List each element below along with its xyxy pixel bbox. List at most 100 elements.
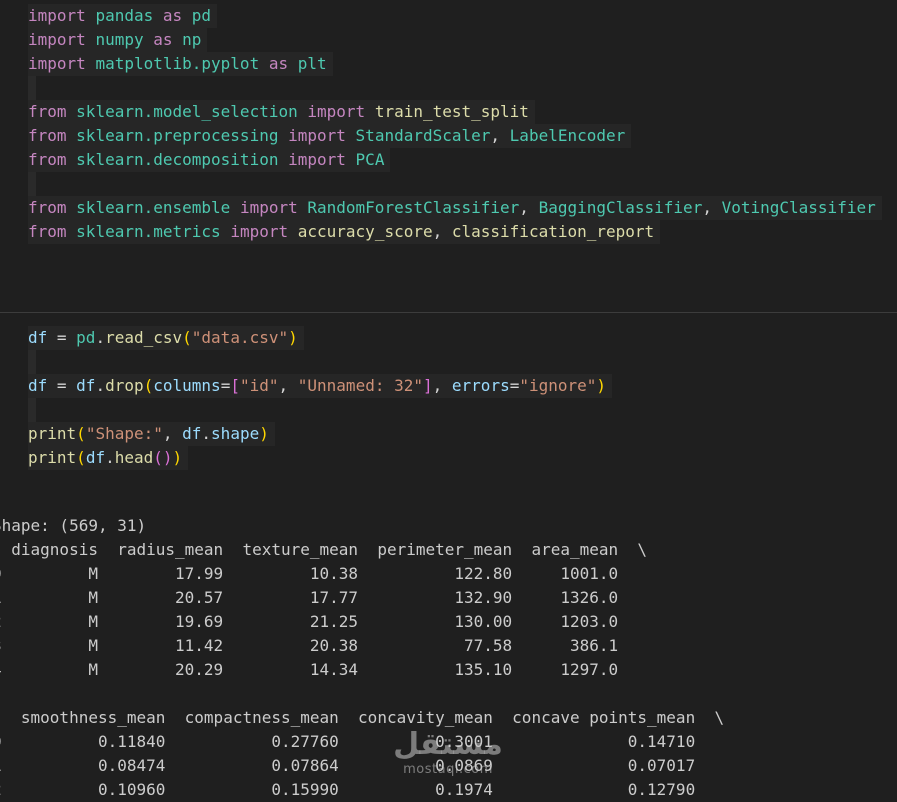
- code-token: columns: [153, 376, 221, 395]
- code-token: sklearn.decomposition: [76, 150, 279, 169]
- code-token: as: [268, 54, 289, 73]
- code-token: (: [143, 376, 154, 395]
- code-token: ,: [432, 222, 452, 241]
- code-token: "Shape:": [85, 424, 163, 443]
- code-token: shape: [211, 424, 260, 443]
- code-token: [: [230, 376, 240, 395]
- code-token: (: [153, 448, 163, 467]
- code-token: ,: [490, 126, 510, 145]
- code-token: classification_report: [451, 222, 655, 241]
- code-token: "Unnamed: 32": [297, 376, 423, 395]
- code-token: as: [162, 6, 183, 25]
- code-cell-imports[interactable]: import pandas as pd import numpy as np imp…: [0, 0, 897, 275]
- output-line: 1 0.08474 0.07864 0.0869 0.07017: [0, 756, 696, 775]
- output-line: 2 M 19.69 21.25 130.00 1203.0: [0, 612, 619, 631]
- output-line: 0 0.11840 0.27760 0.3001 0.14710: [0, 732, 696, 751]
- code-token: sklearn.preprocessing: [76, 126, 279, 145]
- watermark-arabic: مستقل: [393, 727, 503, 762]
- code-line[interactable]: from sklearn.model_selection import trai…: [28, 100, 535, 124]
- code-token: pandas: [95, 6, 154, 25]
- code-token: ): [162, 448, 173, 467]
- output-line: 0 M 17.99 10.38 122.80 1001.0: [0, 564, 619, 583]
- code-cell-load-data[interactable]: df = pd.read_csv("data.csv") df = df.drop…: [0, 313, 897, 503]
- code-token: from: [28, 198, 67, 217]
- mostaql-watermark: مستقل mostaql.com: [392, 728, 504, 784]
- code-token: sklearn.ensemble: [76, 198, 231, 217]
- code-token: import: [28, 54, 86, 73]
- code-token: .: [105, 448, 115, 467]
- output-line: smoothness_mean compactness_mean concavi…: [0, 708, 725, 727]
- blank-line: [28, 76, 36, 100]
- code-token: BaggingClassifier: [538, 198, 703, 217]
- code-token: pd: [191, 6, 212, 25]
- code-line[interactable]: import numpy as np: [28, 28, 208, 52]
- blank-line: [28, 172, 36, 196]
- code-token: =: [47, 328, 77, 347]
- code-line[interactable]: print("Shape:", df.shape): [28, 422, 275, 446]
- code-token: import: [28, 6, 86, 25]
- code-token: =: [220, 376, 231, 395]
- code-token: .: [95, 328, 106, 347]
- code-token: ,: [278, 376, 298, 395]
- code-token: VotingClassifier: [721, 198, 876, 217]
- code-token: (: [76, 424, 86, 443]
- code-token: np: [182, 30, 202, 49]
- code-line[interactable]: import pandas as pd: [28, 4, 218, 28]
- code-token: (: [182, 328, 192, 347]
- code-token: import: [307, 102, 366, 121]
- code-token: from: [28, 150, 67, 169]
- code-line[interactable]: from sklearn.metrics import accuracy_sco…: [28, 220, 661, 244]
- empty-cell-divider: [0, 274, 897, 313]
- code-token: "ignore": [519, 376, 597, 395]
- code-line[interactable]: from sklearn.preprocessing import Standa…: [28, 124, 632, 148]
- code-token: .: [95, 376, 106, 395]
- code-token: read_csv: [105, 328, 183, 347]
- code-token: sklearn.model_selection: [76, 102, 298, 121]
- code-token: df: [85, 448, 106, 467]
- code-token: from: [28, 126, 67, 145]
- code-line[interactable]: df = df.drop(columns=["id", "Unnamed: 32…: [28, 374, 613, 398]
- code-token: from: [28, 102, 67, 121]
- code-line[interactable]: from sklearn.ensemble import RandomFores…: [28, 196, 882, 220]
- code-token: df: [28, 328, 48, 347]
- code-token: import: [28, 30, 86, 49]
- code-token: ): [288, 328, 298, 347]
- code-token: train_test_split: [374, 102, 529, 121]
- code-token: drop: [105, 376, 144, 395]
- code-token: .: [201, 424, 212, 443]
- code-token: sklearn.metrics: [76, 222, 221, 241]
- code-token: errors: [451, 376, 510, 395]
- code-token: plt: [297, 54, 327, 73]
- code-token: print: [28, 424, 77, 443]
- code-token: (: [76, 448, 86, 467]
- code-token: =: [509, 376, 520, 395]
- code-token: matplotlib.pyplot: [95, 54, 260, 73]
- code-token: accuracy_score: [297, 222, 433, 241]
- code-line[interactable]: print(df.head()): [28, 446, 189, 470]
- code-line[interactable]: import matplotlib.pyplot as plt: [28, 52, 333, 76]
- code-token: ): [596, 376, 607, 395]
- output-line: 4 M 20.29 14.34 135.10 1297.0: [0, 660, 619, 679]
- code-token: import: [230, 222, 289, 241]
- code-line[interactable]: df = pd.read_csv("data.csv"): [28, 326, 304, 350]
- code-token: numpy: [95, 30, 144, 49]
- code-token: df: [182, 424, 202, 443]
- code-token: ,: [519, 198, 539, 217]
- blank-line: [28, 350, 36, 374]
- code-token: "data.csv": [191, 328, 289, 347]
- code-line[interactable]: from sklearn.decomposition import PCA: [28, 148, 391, 172]
- code-token: ): [172, 448, 183, 467]
